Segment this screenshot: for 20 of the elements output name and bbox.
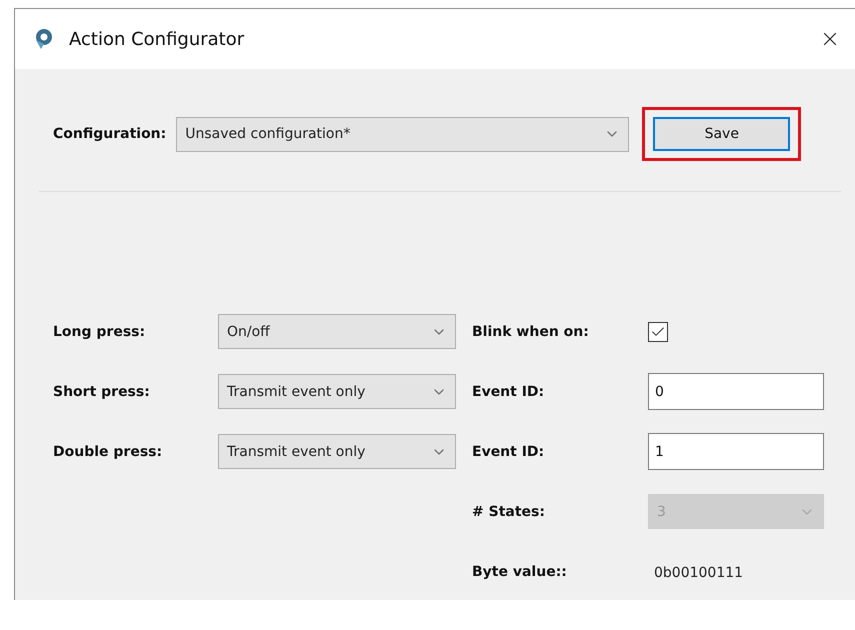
input-field[interactable]: 0 [648,373,824,410]
value-text: 0b00100111 [653,565,744,581]
field-label: # States: [472,504,546,520]
field-label: Event ID: [472,444,546,460]
window-title: Action Configurator [69,28,246,50]
save-button[interactable]: Save [653,117,790,151]
field-label: Double press: [53,444,164,460]
dropdown[interactable]: Unsaved configuration* [176,116,630,152]
field-label: Short press: [53,384,151,400]
checkbox[interactable] [648,322,668,342]
field-label: Blink when on: [472,324,590,340]
input-field[interactable]: 1 [648,433,824,470]
field-label: Event ID: [472,384,546,400]
dropdown[interactable]: Transmit event only [218,374,456,409]
field-label: Long press: [53,324,146,340]
field-label: Configuration: [53,126,166,142]
dropdown[interactable]: On/off [218,314,456,349]
dropdown[interactable]: Transmit event only [218,434,456,469]
app-logo-icon [33,28,53,50]
field-label: Byte value:: [472,564,568,580]
